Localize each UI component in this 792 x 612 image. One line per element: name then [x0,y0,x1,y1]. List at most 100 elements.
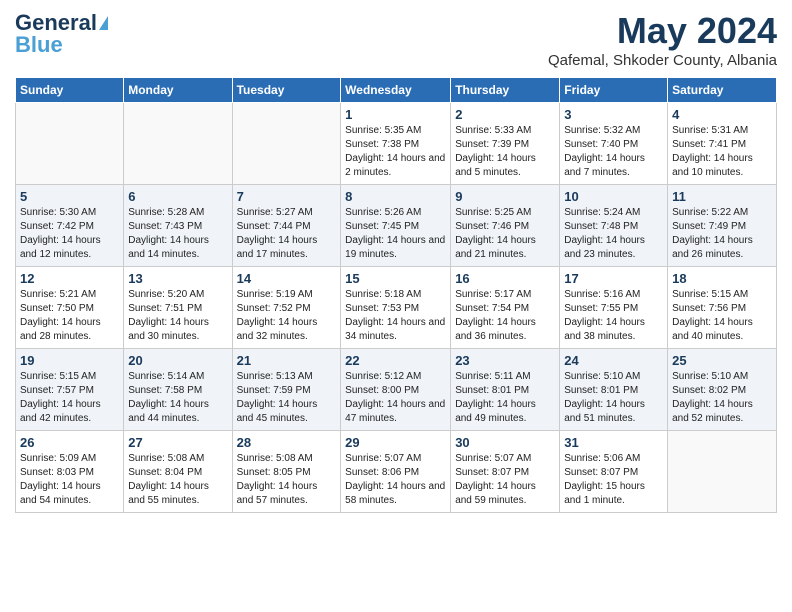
calendar-cell: 2 Sunrise: 5:33 AM Sunset: 7:39 PM Daylig… [451,103,560,185]
day-number: 27 [128,435,227,450]
day-info: Sunrise: 5:08 AM Sunset: 8:04 PM Dayligh… [128,452,227,508]
col-header-tuesday: Tuesday [232,78,341,103]
day-number: 15 [345,271,446,286]
day-info: Sunrise: 5:27 AM Sunset: 7:44 PM Dayligh… [237,206,337,262]
day-info: Sunrise: 5:26 AM Sunset: 7:45 PM Dayligh… [345,206,446,262]
day-number: 7 [237,189,337,204]
calendar-cell: 1 Sunrise: 5:35 AM Sunset: 7:38 PM Daylig… [341,103,451,185]
day-number: 23 [455,353,555,368]
calendar-cell: 21 Sunrise: 5:13 AM Sunset: 7:59 PM Dayli… [232,349,341,431]
day-number: 25 [672,353,772,368]
calendar-cell: 16 Sunrise: 5:17 AM Sunset: 7:54 PM Dayli… [451,267,560,349]
title-block: May 2024 Qafemal, Shkoder County, Albani… [548,10,777,69]
day-number: 21 [237,353,337,368]
calendar-cell: 30 Sunrise: 5:07 AM Sunset: 8:07 PM Dayli… [451,431,560,513]
calendar-cell: 4Sunrise: 5:31 AM Sunset: 7:41 PM Daylig… [668,103,777,185]
col-header-monday: Monday [124,78,232,103]
day-info: Sunrise: 5:19 AM Sunset: 7:52 PM Dayligh… [237,288,337,344]
day-info: Sunrise: 5:35 AM Sunset: 7:38 PM Dayligh… [345,124,446,180]
page-header: General Blue May 2024 Qafemal, Shkoder C… [15,10,777,69]
day-info: Sunrise: 5:28 AM Sunset: 7:43 PM Dayligh… [128,206,227,262]
day-number: 26 [20,435,119,450]
calendar-week-2: 5 Sunrise: 5:30 AM Sunset: 7:42 PM Daylig… [16,185,777,267]
day-info: Sunrise: 5:07 AM Sunset: 8:07 PM Dayligh… [455,452,555,508]
col-header-saturday: Saturday [668,78,777,103]
calendar-cell: 29 Sunrise: 5:07 AM Sunset: 8:06 PM Dayli… [341,431,451,513]
col-header-friday: Friday [560,78,668,103]
day-number: 22 [345,353,446,368]
calendar-week-1: 1 Sunrise: 5:35 AM Sunset: 7:38 PM Daylig… [16,103,777,185]
calendar-week-3: 12 Sunrise: 5:21 AM Sunset: 7:50 PM Dayli… [16,267,777,349]
day-number: 13 [128,271,227,286]
day-number: 2 [455,107,555,122]
day-info: Sunrise: 5:07 AM Sunset: 8:06 PM Dayligh… [345,452,446,508]
day-info: Sunrise: 5:15 AM Sunset: 7:56 PM Dayligh… [672,288,772,344]
calendar-cell: 14Sunrise: 5:19 AM Sunset: 7:52 PM Dayli… [232,267,341,349]
day-number: 31 [564,435,663,450]
calendar-week-4: 19Sunrise: 5:15 AM Sunset: 7:57 PM Dayli… [16,349,777,431]
calendar-cell [16,103,124,185]
calendar-cell: 28 Sunrise: 5:08 AM Sunset: 8:05 PM Dayli… [232,431,341,513]
calendar-cell: 18 Sunrise: 5:15 AM Sunset: 7:56 PM Dayli… [668,267,777,349]
calendar-cell: 22 Sunrise: 5:12 AM Sunset: 8:00 PM Dayli… [341,349,451,431]
day-info: Sunrise: 5:16 AM Sunset: 7:55 PM Dayligh… [564,288,663,344]
day-info: Sunrise: 5:06 AM Sunset: 8:07 PM Dayligh… [564,452,663,508]
calendar-cell: 12 Sunrise: 5:21 AM Sunset: 7:50 PM Dayli… [16,267,124,349]
day-number: 28 [237,435,337,450]
calendar-cell: 6 Sunrise: 5:28 AM Sunset: 7:43 PM Daylig… [124,185,232,267]
logo-blue: Blue [15,32,63,58]
day-number: 16 [455,271,555,286]
calendar-table: SundayMondayTuesdayWednesdayThursdayFrid… [15,77,777,513]
calendar-cell: 23 Sunrise: 5:11 AM Sunset: 8:01 PM Dayli… [451,349,560,431]
calendar-cell [668,431,777,513]
day-number: 9 [455,189,555,204]
calendar-cell: 5 Sunrise: 5:30 AM Sunset: 7:42 PM Daylig… [16,185,124,267]
day-info: Sunrise: 5:24 AM Sunset: 7:48 PM Dayligh… [564,206,663,262]
calendar-cell: 31 Sunrise: 5:06 AM Sunset: 8:07 PM Dayli… [560,431,668,513]
day-number: 4 [672,107,772,122]
calendar-cell: 15 Sunrise: 5:18 AM Sunset: 7:53 PM Dayli… [341,267,451,349]
day-info: Sunrise: 5:18 AM Sunset: 7:53 PM Dayligh… [345,288,446,344]
day-info: Sunrise: 5:11 AM Sunset: 8:01 PM Dayligh… [455,370,555,426]
calendar-cell [232,103,341,185]
day-number: 20 [128,353,227,368]
logo: General Blue [15,10,108,58]
calendar-cell: 3Sunrise: 5:32 AM Sunset: 7:40 PM Daylig… [560,103,668,185]
calendar-cell [124,103,232,185]
day-number: 19 [20,353,119,368]
calendar-cell: 26 Sunrise: 5:09 AM Sunset: 8:03 PM Dayli… [16,431,124,513]
day-number: 18 [672,271,772,286]
day-number: 6 [128,189,227,204]
day-info: Sunrise: 5:30 AM Sunset: 7:42 PM Dayligh… [20,206,119,262]
calendar-cell: 7 Sunrise: 5:27 AM Sunset: 7:44 PM Daylig… [232,185,341,267]
col-header-wednesday: Wednesday [341,78,451,103]
day-info: Sunrise: 5:14 AM Sunset: 7:58 PM Dayligh… [128,370,227,426]
day-number: 11 [672,189,772,204]
calendar-cell: 13 Sunrise: 5:20 AM Sunset: 7:51 PM Dayli… [124,267,232,349]
day-number: 12 [20,271,119,286]
calendar-cell: 8Sunrise: 5:26 AM Sunset: 7:45 PM Daylig… [341,185,451,267]
day-number: 29 [345,435,446,450]
day-info: Sunrise: 5:10 AM Sunset: 8:01 PM Dayligh… [564,370,663,426]
day-number: 5 [20,189,119,204]
day-info: Sunrise: 5:20 AM Sunset: 7:51 PM Dayligh… [128,288,227,344]
day-number: 17 [564,271,663,286]
calendar-header-row: SundayMondayTuesdayWednesdayThursdayFrid… [16,78,777,103]
calendar-cell: 17 Sunrise: 5:16 AM Sunset: 7:55 PM Dayli… [560,267,668,349]
day-info: Sunrise: 5:13 AM Sunset: 7:59 PM Dayligh… [237,370,337,426]
day-info: Sunrise: 5:22 AM Sunset: 7:49 PM Dayligh… [672,206,772,262]
day-info: Sunrise: 5:33 AM Sunset: 7:39 PM Dayligh… [455,124,555,180]
calendar-cell: 10 Sunrise: 5:24 AM Sunset: 7:48 PM Dayli… [560,185,668,267]
day-info: Sunrise: 5:17 AM Sunset: 7:54 PM Dayligh… [455,288,555,344]
day-number: 30 [455,435,555,450]
day-number: 10 [564,189,663,204]
calendar-cell: 9Sunrise: 5:25 AM Sunset: 7:46 PM Daylig… [451,185,560,267]
calendar-cell: 19Sunrise: 5:15 AM Sunset: 7:57 PM Dayli… [16,349,124,431]
day-number: 1 [345,107,446,122]
day-info: Sunrise: 5:08 AM Sunset: 8:05 PM Dayligh… [237,452,337,508]
day-info: Sunrise: 5:12 AM Sunset: 8:00 PM Dayligh… [345,370,446,426]
calendar-cell: 11 Sunrise: 5:22 AM Sunset: 7:49 PM Dayli… [668,185,777,267]
day-info: Sunrise: 5:32 AM Sunset: 7:40 PM Dayligh… [564,124,663,180]
day-info: Sunrise: 5:21 AM Sunset: 7:50 PM Dayligh… [20,288,119,344]
day-info: Sunrise: 5:09 AM Sunset: 8:03 PM Dayligh… [20,452,119,508]
